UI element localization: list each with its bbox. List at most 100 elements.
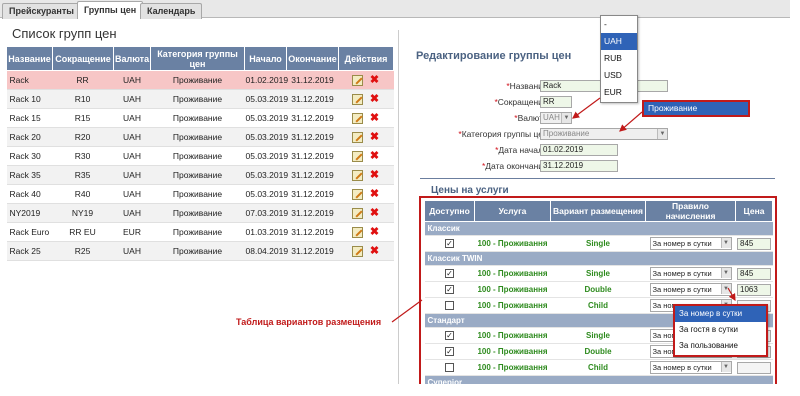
currency-option[interactable]: UAH [601, 33, 637, 50]
delete-icon[interactable]: ✖ [369, 245, 380, 257]
rule-option[interactable]: За гостя в сутки [675, 322, 766, 338]
category-row: *Категория группы цен: Проживание ▼ [416, 128, 676, 141]
edit-icon[interactable] [352, 112, 363, 124]
cell-currency: UAH [113, 70, 151, 90]
col-header-start[interactable]: Начало [244, 46, 287, 71]
tab-price-groups[interactable]: Группы цен [77, 1, 144, 19]
abbreviation-field[interactable]: RR [540, 96, 572, 108]
table-row[interactable]: Rack RR UAH Проживание 01.02.2019 31.12.2019 ✖ [6, 70, 394, 90]
currency-option[interactable]: - [601, 16, 637, 33]
section-divider [420, 178, 775, 179]
delete-icon[interactable]: ✖ [369, 207, 380, 219]
cell-category: Проживание [150, 184, 245, 204]
category-dropdown-option[interactable]: Проживание [642, 100, 750, 117]
edit-icon[interactable] [352, 207, 363, 219]
cell-actions: ✖ [338, 146, 394, 166]
cell-end: 31.12.2019 [286, 165, 339, 185]
cell-start: 05.03.2019 [244, 108, 288, 128]
chevron-down-icon[interactable]: ▼ [561, 113, 571, 123]
services-title: Цены на услуги [431, 185, 509, 196]
cell-end: 31.12.2019 [286, 108, 339, 128]
table-row[interactable]: Rack 10 R10 UAH Проживание 05.03.2019 31.12.2… [6, 89, 394, 109]
cell-category: Проживание [150, 203, 245, 223]
rule-option[interactable]: За номер в сутки [675, 306, 766, 322]
chevron-down-icon[interactable]: ▼ [657, 129, 667, 139]
cell-category: Проживание [150, 241, 245, 261]
cell-end: 31.12.2019 [286, 127, 339, 147]
edit-icon[interactable] [352, 93, 363, 105]
col-header-name[interactable]: Название [6, 46, 53, 71]
tab-price-lists[interactable]: Прейскуранты [2, 3, 81, 19]
end-date-field[interactable]: 31.12.2019 [540, 160, 618, 172]
services-highlight-frame [419, 196, 777, 394]
cell-currency: EUR [113, 222, 151, 242]
callout-label: Таблица вариантов размещения [236, 317, 382, 327]
tab-calendar[interactable]: Календарь [140, 3, 203, 19]
rule-dropdown[interactable]: За номер в сутки За гостя в сутки За польз… [673, 304, 768, 357]
rule-option[interactable]: За пользование [675, 338, 766, 354]
edit-icon[interactable] [352, 188, 363, 200]
category-select[interactable]: Проживание ▼ [540, 128, 668, 140]
cell-category: Проживание [150, 70, 245, 90]
edit-section-title: Редактирование группы цен [416, 50, 572, 62]
delete-icon[interactable]: ✖ [369, 150, 380, 162]
cell-abbreviation: R25 [52, 241, 114, 261]
cell-currency: UAH [113, 241, 151, 261]
cell-end: 31.12.2019 [286, 89, 339, 109]
cell-actions: ✖ [338, 203, 394, 223]
edit-icon[interactable] [352, 131, 363, 143]
table-row[interactable]: Rack 30 R30 UAH Проживание 05.03.2019 31.12.2… [6, 146, 394, 166]
start-date-field[interactable]: 01.02.2019 [540, 144, 618, 156]
table-row[interactable]: Rack 40 R40 UAH Проживание 05.03.2019 31.12.2… [6, 184, 394, 204]
edit-icon[interactable] [352, 245, 363, 257]
cell-start: 01.02.2019 [244, 70, 288, 90]
end-date-row: *Дата окончания: 31.12.2019 [416, 160, 676, 173]
currency-option[interactable]: USD [601, 67, 637, 84]
currency-option[interactable]: RUB [601, 50, 637, 67]
cell-start: 05.03.2019 [244, 165, 288, 185]
delete-icon[interactable]: ✖ [369, 74, 380, 86]
delete-icon[interactable]: ✖ [369, 131, 380, 143]
delete-icon[interactable]: ✖ [369, 93, 380, 105]
delete-icon[interactable]: ✖ [369, 169, 380, 181]
cell-start: 08.04.2019 [244, 241, 288, 261]
col-header-category[interactable]: Категория группы цен [150, 46, 245, 71]
currency-select[interactable]: UAH ▼ [540, 112, 572, 124]
delete-icon[interactable]: ✖ [369, 226, 380, 238]
edit-icon[interactable] [352, 169, 363, 181]
edit-icon[interactable] [352, 74, 363, 86]
cell-start: 01.03.2019 [244, 222, 288, 242]
col-header-currency[interactable]: Валюта [113, 46, 151, 71]
price-groups-table: Название Сокращение Валюта Категория гру… [6, 46, 394, 261]
cell-currency: UAH [113, 184, 151, 204]
cell-abbreviation: R10 [52, 89, 114, 109]
col-header-end[interactable]: Окончание [286, 46, 339, 71]
cell-end: 31.12.2019 [286, 241, 339, 261]
delete-icon[interactable]: ✖ [369, 188, 380, 200]
cell-start: 05.03.2019 [244, 146, 288, 166]
cell-name: Rack 15 [6, 108, 53, 128]
cell-start: 05.03.2019 [244, 127, 288, 147]
table-row[interactable]: Rack Euro RR EU EUR Проживание 01.03.2019 31.… [6, 222, 394, 242]
cell-currency: UAH [113, 127, 151, 147]
table-row[interactable]: Rack 35 R35 UAH Проживание 05.03.2019 31.12.2… [6, 165, 394, 185]
table-row[interactable]: Rack 15 R15 UAH Проживание 05.03.2019 31.12.2… [6, 108, 394, 128]
cell-name: Rack 25 [6, 241, 53, 261]
cell-name: NY2019 [6, 203, 53, 223]
table-row[interactable]: NY2019 NY19 UAH Проживание 07.03.2019 31.12.2… [6, 203, 394, 223]
delete-icon[interactable]: ✖ [369, 112, 380, 124]
currency-option[interactable]: EUR [601, 84, 637, 101]
cell-name: Rack 10 [6, 89, 53, 109]
table-row[interactable]: Rack 25 R25 UAH Проживание 08.04.2019 31.12.2… [6, 241, 394, 261]
cell-currency: UAH [113, 165, 151, 185]
table-row[interactable]: Rack 20 R20 UAH Проживание 05.03.2019 31.12.2… [6, 127, 394, 147]
cell-abbreviation: RR [52, 70, 114, 90]
col-header-abbreviation[interactable]: Сокращение [52, 46, 114, 71]
cell-name: Rack [6, 70, 53, 90]
edit-icon[interactable] [352, 150, 363, 162]
cell-currency: UAH [113, 203, 151, 223]
edit-icon[interactable] [352, 226, 363, 238]
cell-actions: ✖ [338, 222, 394, 242]
cell-actions: ✖ [338, 241, 394, 261]
currency-dropdown[interactable]: - UAH RUB USD EUR [600, 15, 638, 103]
